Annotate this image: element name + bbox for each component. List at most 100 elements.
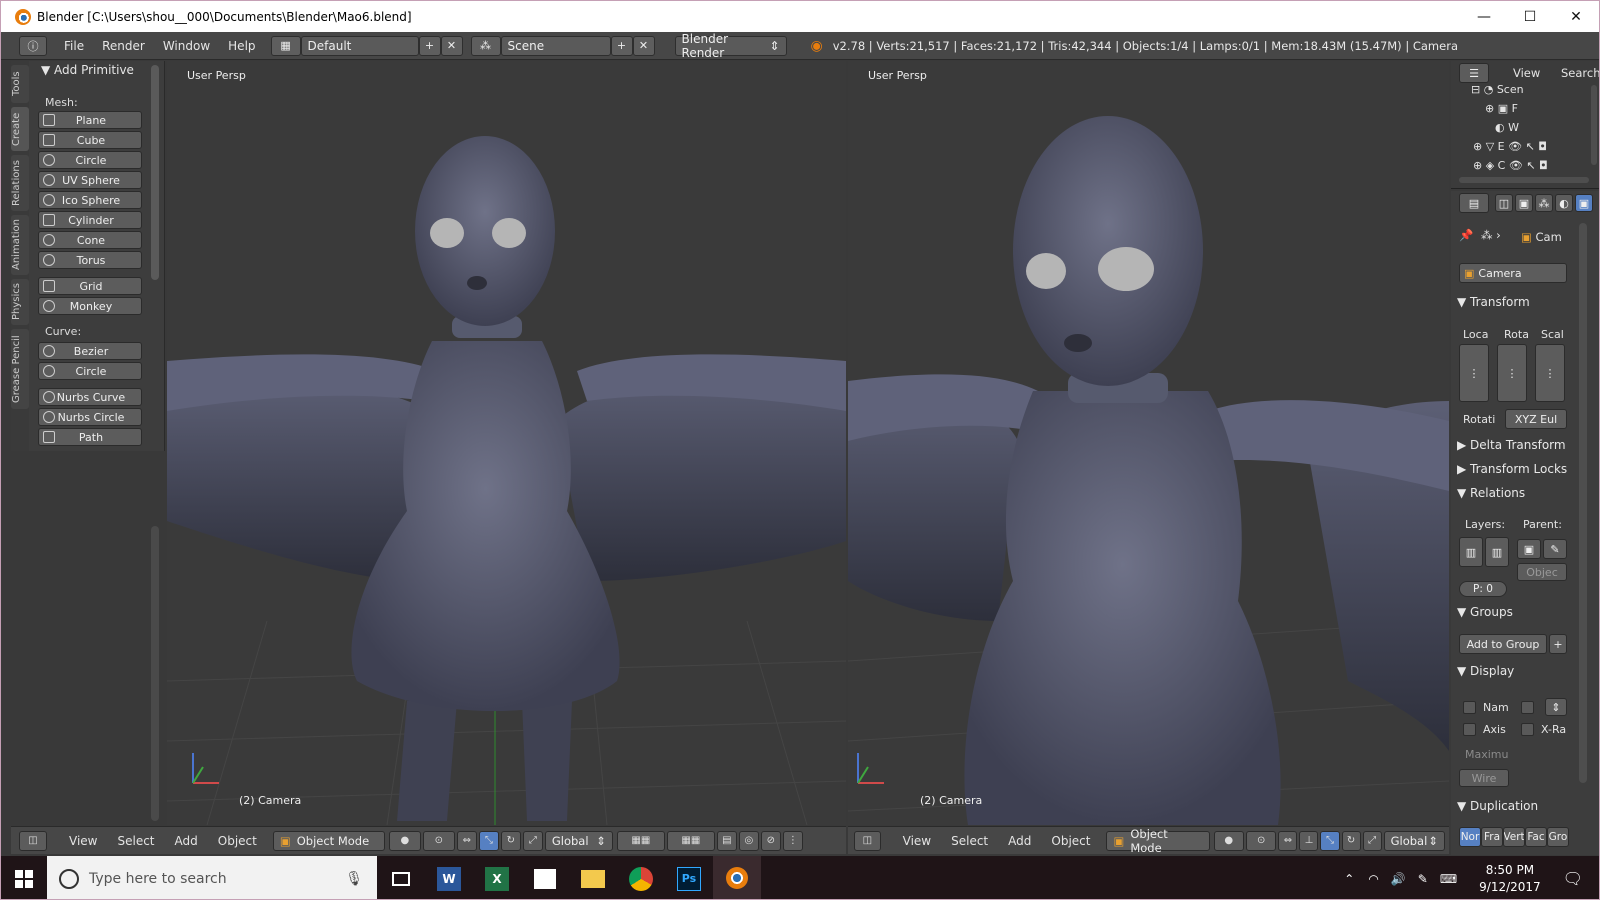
add-torus-button[interactable]: Torus [38, 251, 142, 269]
layers-icon[interactable]: ▦▦ [616, 830, 665, 851]
editor-type-properties-icon[interactable]: ▤ [1459, 193, 1489, 213]
new-group-icon[interactable]: + [1549, 634, 1567, 654]
world-tab-icon[interactable]: ◐ [1555, 194, 1573, 212]
add-bezier-button[interactable]: Bezier [38, 342, 142, 360]
chevron-up-icon[interactable]: ⌃ [1344, 872, 1354, 886]
object-name-field[interactable]: ▣ Camera [1459, 263, 1567, 283]
editor-type-info-icon[interactable]: ⓘ [19, 35, 47, 56]
scene-tab-icon[interactable]: ⁂ [1535, 194, 1553, 212]
screen-layout-select[interactable]: Default [300, 35, 419, 56]
file-explorer-button[interactable] [569, 856, 617, 899]
snap-element-icon[interactable]: ⋮ [782, 830, 803, 851]
rotate-manipulator-icon[interactable]: ↻ [1341, 830, 1361, 851]
excel-app-button[interactable]: X [473, 856, 521, 899]
volume-icon[interactable]: 🔊 [1391, 872, 1406, 886]
display-axis-checkbox[interactable] [1463, 723, 1476, 736]
add-nurbs-circle-button[interactable]: Nurbs Circle [38, 408, 142, 426]
add-plane-button[interactable]: Plane [38, 111, 142, 129]
add-circle-button[interactable]: Circle [38, 151, 142, 169]
dupli-group-option[interactable]: Gro [1547, 827, 1569, 847]
photoshop-app-button[interactable]: Ps [665, 856, 713, 899]
menu-object[interactable]: Object [208, 834, 267, 848]
manipulator-toggle-icon[interactable]: ⇔ [1278, 830, 1298, 851]
display-xray-checkbox[interactable] [1521, 723, 1534, 736]
remove-layout-icon[interactable]: ✕ [440, 35, 463, 56]
add-cylinder-button[interactable]: Cylinder [38, 211, 142, 229]
pivot-point-icon[interactable]: ⊙ [1245, 830, 1277, 851]
outliner-menu-search[interactable]: Search [1561, 66, 1599, 80]
dupli-frames-option[interactable]: Fra [1481, 827, 1503, 847]
task-view-button[interactable] [377, 856, 425, 899]
add-nurbs-curve-button[interactable]: Nurbs Curve [38, 388, 142, 406]
remove-scene-icon[interactable]: ✕ [632, 35, 655, 56]
tab-physics[interactable]: Physics [11, 279, 29, 325]
rotation-mode-select[interactable]: XYZ Eul [1505, 409, 1567, 429]
menu-file[interactable]: File [55, 39, 93, 53]
viewport-shading-icon[interactable]: ● [1213, 830, 1244, 851]
render-layers-tab-icon[interactable]: ▣ [1515, 194, 1533, 212]
snap-icon[interactable]: ⊘ [760, 830, 781, 851]
mode-select[interactable]: ▣ Object Mode [1106, 827, 1210, 855]
dupli-verts-option[interactable]: Vert [1503, 827, 1525, 847]
taskbar-clock[interactable]: 8:50 PM 9/12/2017 [1479, 862, 1541, 896]
scale-manipulator-icon[interactable]: ⤢ [522, 830, 543, 851]
display-panel-header[interactable]: ▼ Display [1457, 664, 1514, 678]
tab-relations[interactable]: Relations [11, 155, 29, 211]
word-app-button[interactable]: W [425, 856, 473, 899]
delta-transform-panel-header[interactable]: ▶ Delta Transform [1457, 438, 1566, 452]
add-primitive-panel-header[interactable]: ▼ Add Primitive [41, 63, 134, 77]
outliner-item-render-layers[interactable]: ⊕ ▣ F [1485, 102, 1518, 115]
blender-app-button[interactable] [713, 856, 761, 899]
location-fields[interactable]: ⋮ [1459, 344, 1489, 402]
add-grid-button[interactable]: Grid [38, 277, 142, 295]
add-cone-button[interactable]: Cone [38, 231, 142, 249]
outliner-menu-view[interactable]: View [1513, 66, 1540, 80]
scale-fields[interactable]: ⋮ [1535, 344, 1565, 402]
parent-object-icon[interactable]: ▣ [1517, 539, 1541, 559]
lock-layers-icon[interactable]: ▤ [716, 830, 737, 851]
layer-grid-1[interactable]: ▥ [1459, 537, 1483, 567]
pen-icon[interactable]: ✎ [1418, 872, 1428, 886]
scene-icon[interactable]: ⁂ [470, 35, 501, 56]
manipulator-toggle-icon[interactable]: ⇔ [456, 830, 477, 851]
outliner-item-mesh[interactable]: ⊕ ▽ E 👁 ↖ ◘ [1473, 140, 1547, 153]
editor-type-3d-icon[interactable]: ◫ [854, 830, 881, 851]
action-center-icon[interactable]: 🗨 [1563, 869, 1583, 888]
outliner-h-scrollbar[interactable] [1459, 177, 1589, 183]
menu-object[interactable]: Object [1041, 834, 1100, 848]
dupli-none-option[interactable]: Nor [1459, 827, 1481, 847]
groups-panel-header[interactable]: ▼ Groups [1457, 605, 1513, 619]
translate-axis-icon[interactable]: ⊥ [1299, 830, 1319, 851]
mode-select[interactable]: ▣ Object Mode [272, 830, 385, 851]
add-to-group-button[interactable]: Add to Group [1459, 634, 1547, 654]
maximum-draw-select[interactable]: Wire [1459, 769, 1509, 787]
viewport-right[interactable]: User Persp (2) Camera [848, 61, 1449, 825]
scene-select[interactable]: Scene [500, 35, 611, 56]
rotation-fields[interactable]: ⋮ [1497, 344, 1527, 402]
store-app-button[interactable] [521, 856, 569, 899]
duplication-panel-header[interactable]: ▼ Duplication [1457, 799, 1538, 813]
outliner-item-world[interactable]: ◐ W [1495, 121, 1519, 134]
menu-view[interactable]: View [59, 834, 107, 848]
tool-shelf-scrollbar-lower[interactable] [151, 526, 159, 821]
menu-select[interactable]: Select [107, 834, 164, 848]
add-uv-sphere-button[interactable]: UV Sphere [38, 171, 142, 189]
properties-scrollbar[interactable] [1579, 223, 1587, 783]
tab-grease-pencil[interactable]: Grease Pencil [11, 329, 29, 409]
outliner-item-camera[interactable]: ⊕ ◈ C 👁 ↖ ◘ [1473, 159, 1548, 172]
layer-grid-2[interactable]: ▥ [1485, 537, 1509, 567]
dupli-faces-option[interactable]: Fac [1525, 827, 1547, 847]
menu-select[interactable]: Select [941, 834, 998, 848]
tab-animation[interactable]: Animation [11, 215, 29, 275]
scale-manipulator-icon[interactable]: ⤢ [1362, 830, 1382, 851]
translate-manipulator-icon[interactable]: ⤡ [1320, 830, 1340, 851]
proportional-edit-icon[interactable]: ◎ [738, 830, 759, 851]
menu-help[interactable]: Help [219, 39, 264, 53]
transform-orientation-select[interactable]: Global ⇕ [544, 830, 613, 851]
pass-index-field[interactable]: P: 0 [1459, 581, 1507, 597]
taskbar-search-box[interactable]: Type here to search 🎙 [47, 856, 377, 899]
keyboard-icon[interactable]: ⌨ [1440, 872, 1457, 886]
transform-locks-panel-header[interactable]: ▶ Transform Locks [1457, 462, 1567, 476]
maximize-button[interactable]: ☐ [1507, 1, 1553, 32]
microphone-icon[interactable]: 🎙 [345, 871, 363, 887]
